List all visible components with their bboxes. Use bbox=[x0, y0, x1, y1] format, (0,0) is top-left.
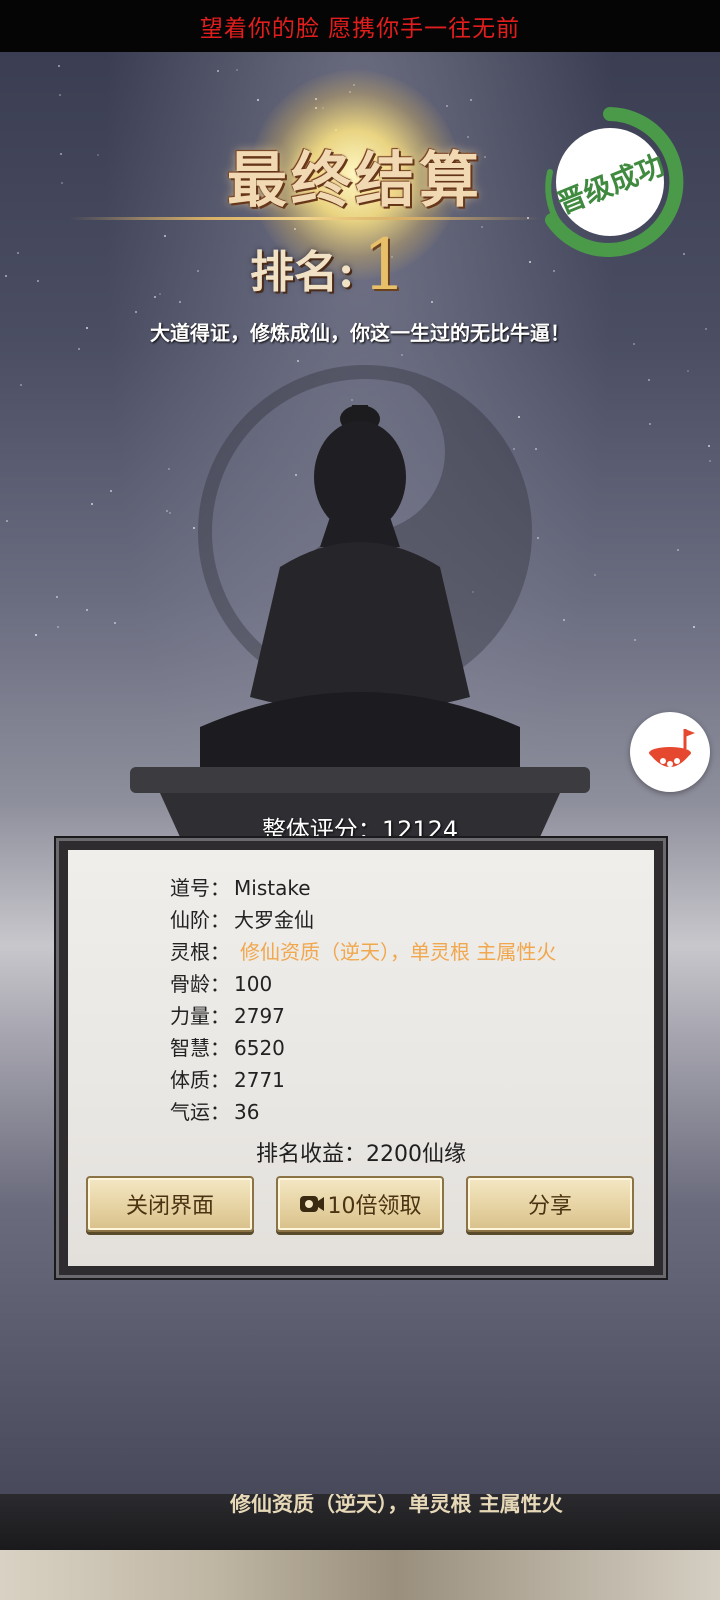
star bbox=[154, 296, 156, 298]
star bbox=[86, 609, 88, 611]
income-value: 2200仙缘 bbox=[366, 1142, 466, 1167]
top-banner: 望着你的脸 愿携你手一往无前 bbox=[0, 0, 720, 52]
stat-key: 智慧： bbox=[170, 1036, 230, 1060]
rank-income: 排名收益：2200仙缘 bbox=[68, 1136, 654, 1168]
stat-key: 仙阶： bbox=[170, 908, 230, 932]
stat-key: 气运： bbox=[170, 1100, 230, 1124]
star bbox=[470, 99, 472, 101]
stat-row-age: 骨龄： 100 bbox=[170, 968, 556, 1000]
stat-value: 100 bbox=[234, 972, 273, 996]
rank-value: 1 bbox=[362, 224, 407, 306]
star bbox=[708, 445, 710, 447]
income-label: 排名收益： bbox=[255, 1142, 366, 1167]
star bbox=[217, 70, 219, 72]
success-stamp: 晋级成功 bbox=[545, 107, 684, 257]
floating-side-button[interactable] bbox=[630, 712, 710, 792]
stat-row-luck: 气运： 36 bbox=[170, 1096, 556, 1128]
stat-value: 36 bbox=[234, 1100, 260, 1124]
star bbox=[114, 622, 116, 624]
star bbox=[5, 275, 7, 277]
star bbox=[110, 490, 112, 492]
star bbox=[553, 270, 555, 272]
star bbox=[197, 270, 199, 272]
stat-key: 骨龄： bbox=[170, 972, 230, 996]
star bbox=[634, 639, 636, 641]
rank-label: 排名: bbox=[250, 247, 355, 298]
stat-value: 修仙资质（逆天），单灵根 主属性火 bbox=[240, 940, 557, 964]
star bbox=[297, 360, 299, 362]
result-panel-body: 道号： Mistake 仙阶： 大罗金仙 灵根： 修仙资质（逆天），单灵根 主属性火 … bbox=[68, 850, 654, 1266]
stat-value: 2797 bbox=[234, 1004, 285, 1028]
share-button[interactable]: 分享 bbox=[466, 1176, 634, 1232]
top-banner-text: 望着你的脸 愿携你手一往无前 bbox=[199, 16, 521, 42]
star bbox=[709, 460, 711, 462]
star bbox=[6, 520, 8, 522]
star bbox=[257, 99, 259, 101]
star bbox=[59, 94, 61, 96]
star bbox=[693, 626, 695, 628]
stat-row-strength: 力量： 2797 bbox=[170, 1000, 556, 1032]
star bbox=[35, 634, 37, 636]
star bbox=[91, 503, 93, 505]
stat-row-root: 灵根： 修仙资质（逆天），单灵根 主属性火 bbox=[170, 936, 556, 968]
star bbox=[179, 301, 181, 303]
claim-10x-label: 10倍领取 bbox=[327, 1194, 422, 1219]
star bbox=[594, 574, 596, 576]
star bbox=[649, 423, 651, 425]
meditating-figure bbox=[130, 405, 590, 837]
rank-display: 排名: 1 bbox=[250, 230, 407, 300]
star bbox=[58, 65, 60, 67]
stat-key: 体质： bbox=[170, 1068, 230, 1092]
star bbox=[159, 293, 161, 295]
stat-row-rank: 仙阶： 大罗金仙 bbox=[170, 904, 556, 936]
stat-key: 道号： bbox=[170, 876, 230, 900]
star bbox=[648, 379, 650, 381]
bottom-scenery bbox=[0, 1550, 720, 1600]
star bbox=[60, 153, 62, 155]
bottom-strip-text: 修仙资质（逆天），单灵根 主属性火 bbox=[230, 1494, 563, 1516]
stat-value: 6520 bbox=[234, 1036, 285, 1060]
slogan-text: 大道得证，修炼成仙，你这一生过的无比牛逼！ bbox=[150, 321, 570, 345]
stat-key: 力量： bbox=[170, 1004, 230, 1028]
star bbox=[401, 354, 403, 356]
close-button[interactable]: 关闭界面 bbox=[86, 1176, 254, 1232]
result-panel: 道号： Mistake 仙阶： 大罗金仙 灵根： 修仙资质（逆天），单灵根 主属性火 … bbox=[54, 836, 668, 1280]
share-button-label: 分享 bbox=[527, 1194, 572, 1219]
star bbox=[687, 370, 689, 372]
star bbox=[431, 301, 433, 303]
star bbox=[20, 384, 22, 386]
star bbox=[97, 154, 99, 156]
stat-row-wisdom: 智慧： 6520 bbox=[170, 1032, 556, 1064]
close-button-label: 关闭界面 bbox=[125, 1194, 214, 1219]
star bbox=[61, 182, 63, 184]
star bbox=[17, 252, 19, 254]
star bbox=[78, 348, 80, 350]
page-title: 最终结算 bbox=[227, 146, 483, 216]
star bbox=[56, 596, 58, 598]
star bbox=[446, 105, 448, 107]
stat-row-name: 道号： Mistake bbox=[170, 872, 556, 904]
star bbox=[37, 280, 39, 282]
stat-value: 大罗金仙 bbox=[234, 908, 314, 932]
stat-value: Mistake bbox=[234, 876, 311, 900]
star bbox=[57, 626, 59, 628]
stat-row-constitution: 体质： 2771 bbox=[170, 1064, 556, 1096]
bottom-background-strip: 修仙资质（逆天），单灵根 主属性火 bbox=[0, 1494, 720, 1550]
stat-value: 2771 bbox=[234, 1068, 285, 1092]
stats-list: 道号： Mistake 仙阶： 大罗金仙 灵根： 修仙资质（逆天），单灵根 主属性火 … bbox=[170, 872, 556, 1128]
claim-10x-button[interactable]: 10倍领取 bbox=[276, 1176, 444, 1232]
star bbox=[135, 311, 137, 313]
stat-key: 灵根： bbox=[170, 940, 230, 964]
video-camera-icon bbox=[299, 1196, 324, 1212]
fruit-flag-icon bbox=[649, 729, 695, 767]
star bbox=[236, 69, 238, 71]
settlement-scene: 最终结算 排名: 1 大道得证，修炼成仙，你这一生过的无比牛逼！ 晋级成功 整体… bbox=[0, 52, 720, 1494]
star bbox=[677, 549, 679, 551]
star bbox=[164, 235, 166, 237]
star bbox=[481, 226, 483, 228]
